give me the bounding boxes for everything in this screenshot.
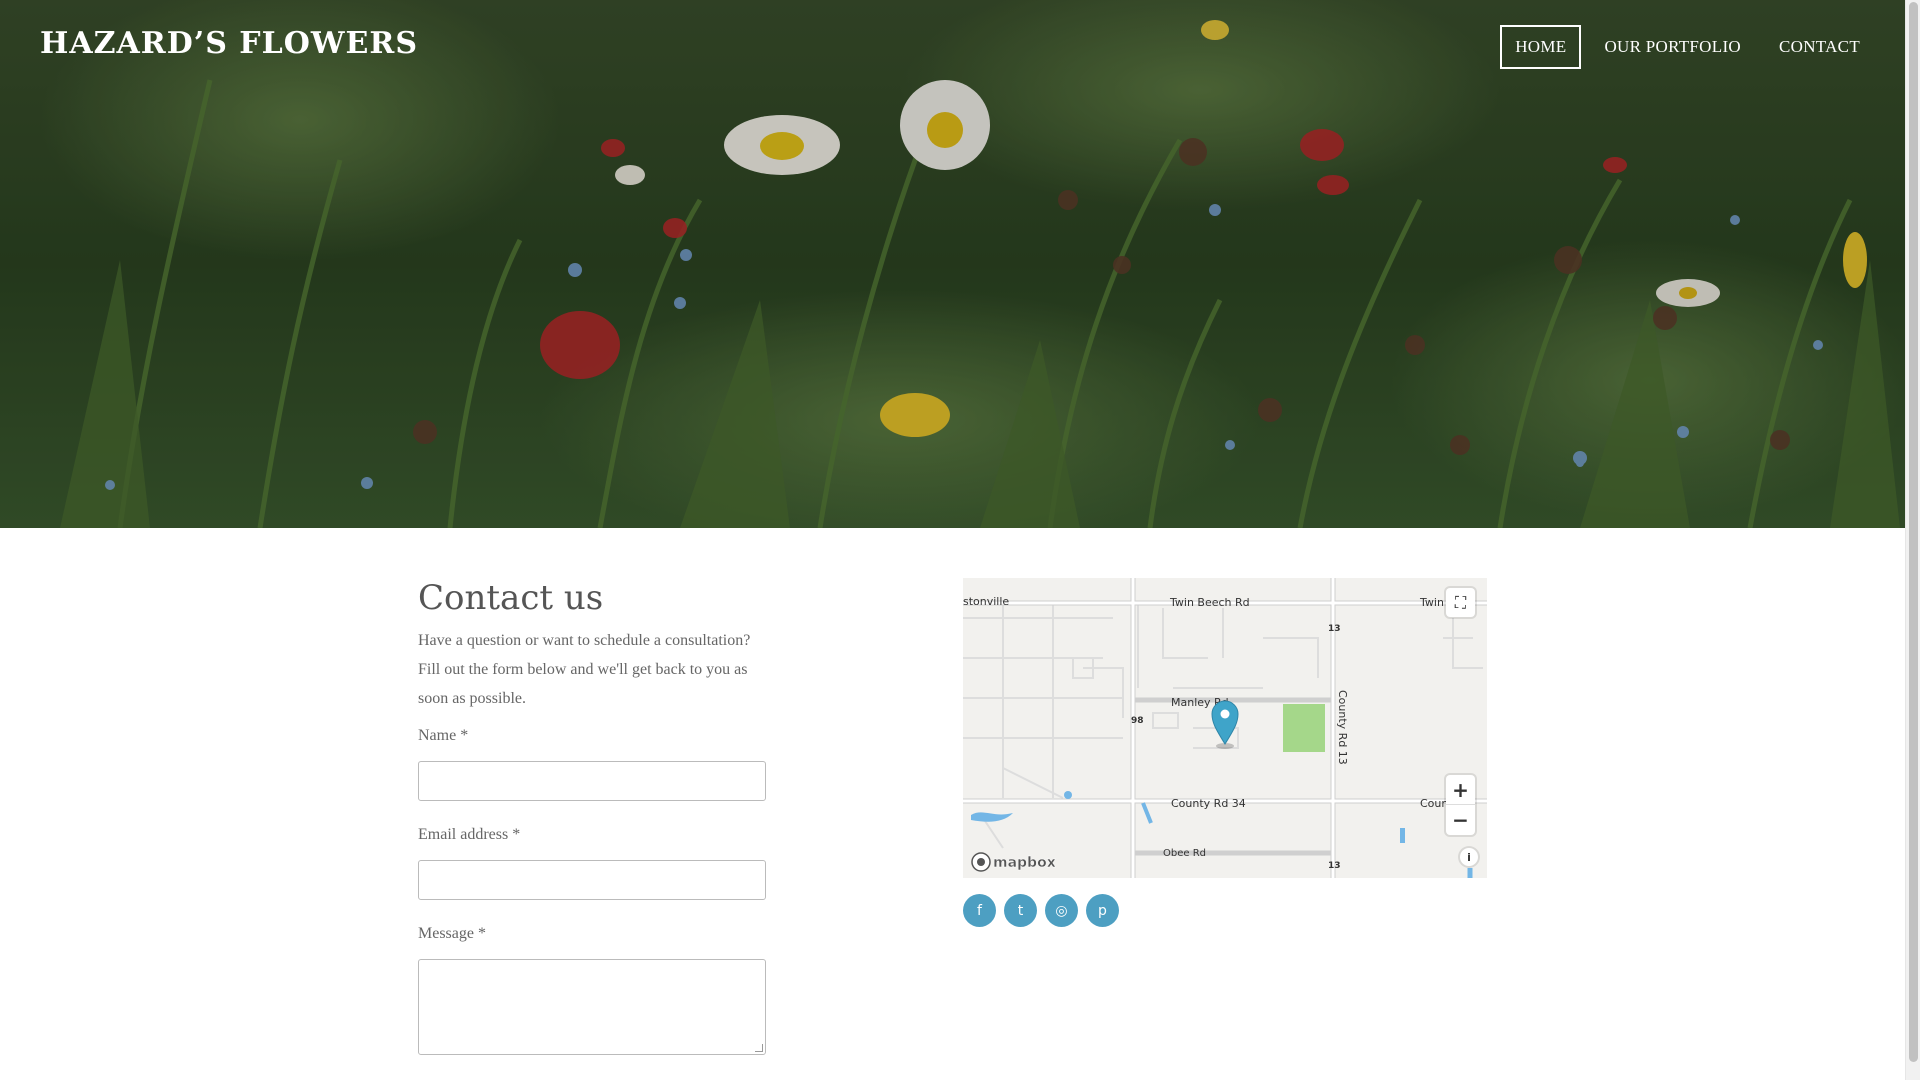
mapbox-logo[interactable]: mapbox [971,852,1056,872]
instagram-icon[interactable]: ◎ [1045,894,1078,927]
info-icon[interactable]: i [1460,848,1478,866]
fullscreen-icon: ⛶ [1454,592,1467,612]
map-canvas: Twin Beech Rd Manley Rd County Rd 34 Obe… [963,578,1487,878]
page-scrollbar[interactable] [1905,0,1920,1080]
contact-title: Contact us [418,578,604,618]
email-input[interactable] [418,860,766,900]
map-label-county-13: County Rd 13 [1336,690,1349,765]
social-links: f t ◎ p [963,894,1119,927]
message-label: Message * [418,925,486,942]
zoom-out-icon[interactable]: − [1446,805,1475,835]
name-input[interactable] [418,761,766,801]
twitter-icon[interactable]: t [1004,894,1037,927]
map-label-county-34: County Rd 34 [1171,797,1246,810]
map-label-town: stonville [963,595,1009,608]
scrollbar-thumb[interactable] [1909,2,1918,1062]
main-nav: HOME OUR PORTFOLIO CONTACT [1500,25,1875,69]
facebook-icon[interactable]: f [963,894,996,927]
nav-contact[interactable]: CONTACT [1764,25,1875,69]
page: HAZARD’S FLOWERS HOME OUR PORTFOLIO CONT… [0,0,1905,1080]
hero-flower-image [0,0,1905,528]
map-label-county-right: Coun [1420,797,1448,810]
message-textarea[interactable] [418,959,766,1055]
map-label-twin-right: Twin [1419,596,1444,609]
pinterest-icon[interactable]: p [1086,894,1119,927]
map-route-98: 98 [1131,716,1144,726]
fullscreen-button[interactable]: ⛶ [1446,588,1475,617]
map-label-twin-beech: Twin Beech Rd [1169,596,1250,609]
nav-portfolio[interactable]: OUR PORTFOLIO [1589,25,1756,69]
resize-handle-icon[interactable] [755,1044,763,1052]
email-label: Email address * [418,826,521,843]
mapbox-wordmark: mapbox [993,855,1056,871]
name-label: Name * [418,727,469,744]
zoom-controls: + − [1446,775,1475,835]
location-map[interactable]: Twin Beech Rd Manley Rd County Rd 34 Obe… [963,578,1487,878]
map-label-obee: Obee Rd [1163,848,1206,859]
zoom-in-icon[interactable]: + [1446,775,1475,805]
hero-banner: HAZARD’S FLOWERS HOME OUR PORTFOLIO CONT… [0,0,1905,528]
nav-home[interactable]: HOME [1500,25,1582,69]
map-route-13-bottom: 13 [1328,861,1341,871]
contact-form-section: Contact us Have a question or want to sc… [418,578,768,1055]
contact-intro: Have a question or want to schedule a co… [418,632,751,707]
site-brand-link[interactable]: HAZARD’S FLOWERS [40,26,418,61]
map-route-13-top: 13 [1328,624,1341,634]
